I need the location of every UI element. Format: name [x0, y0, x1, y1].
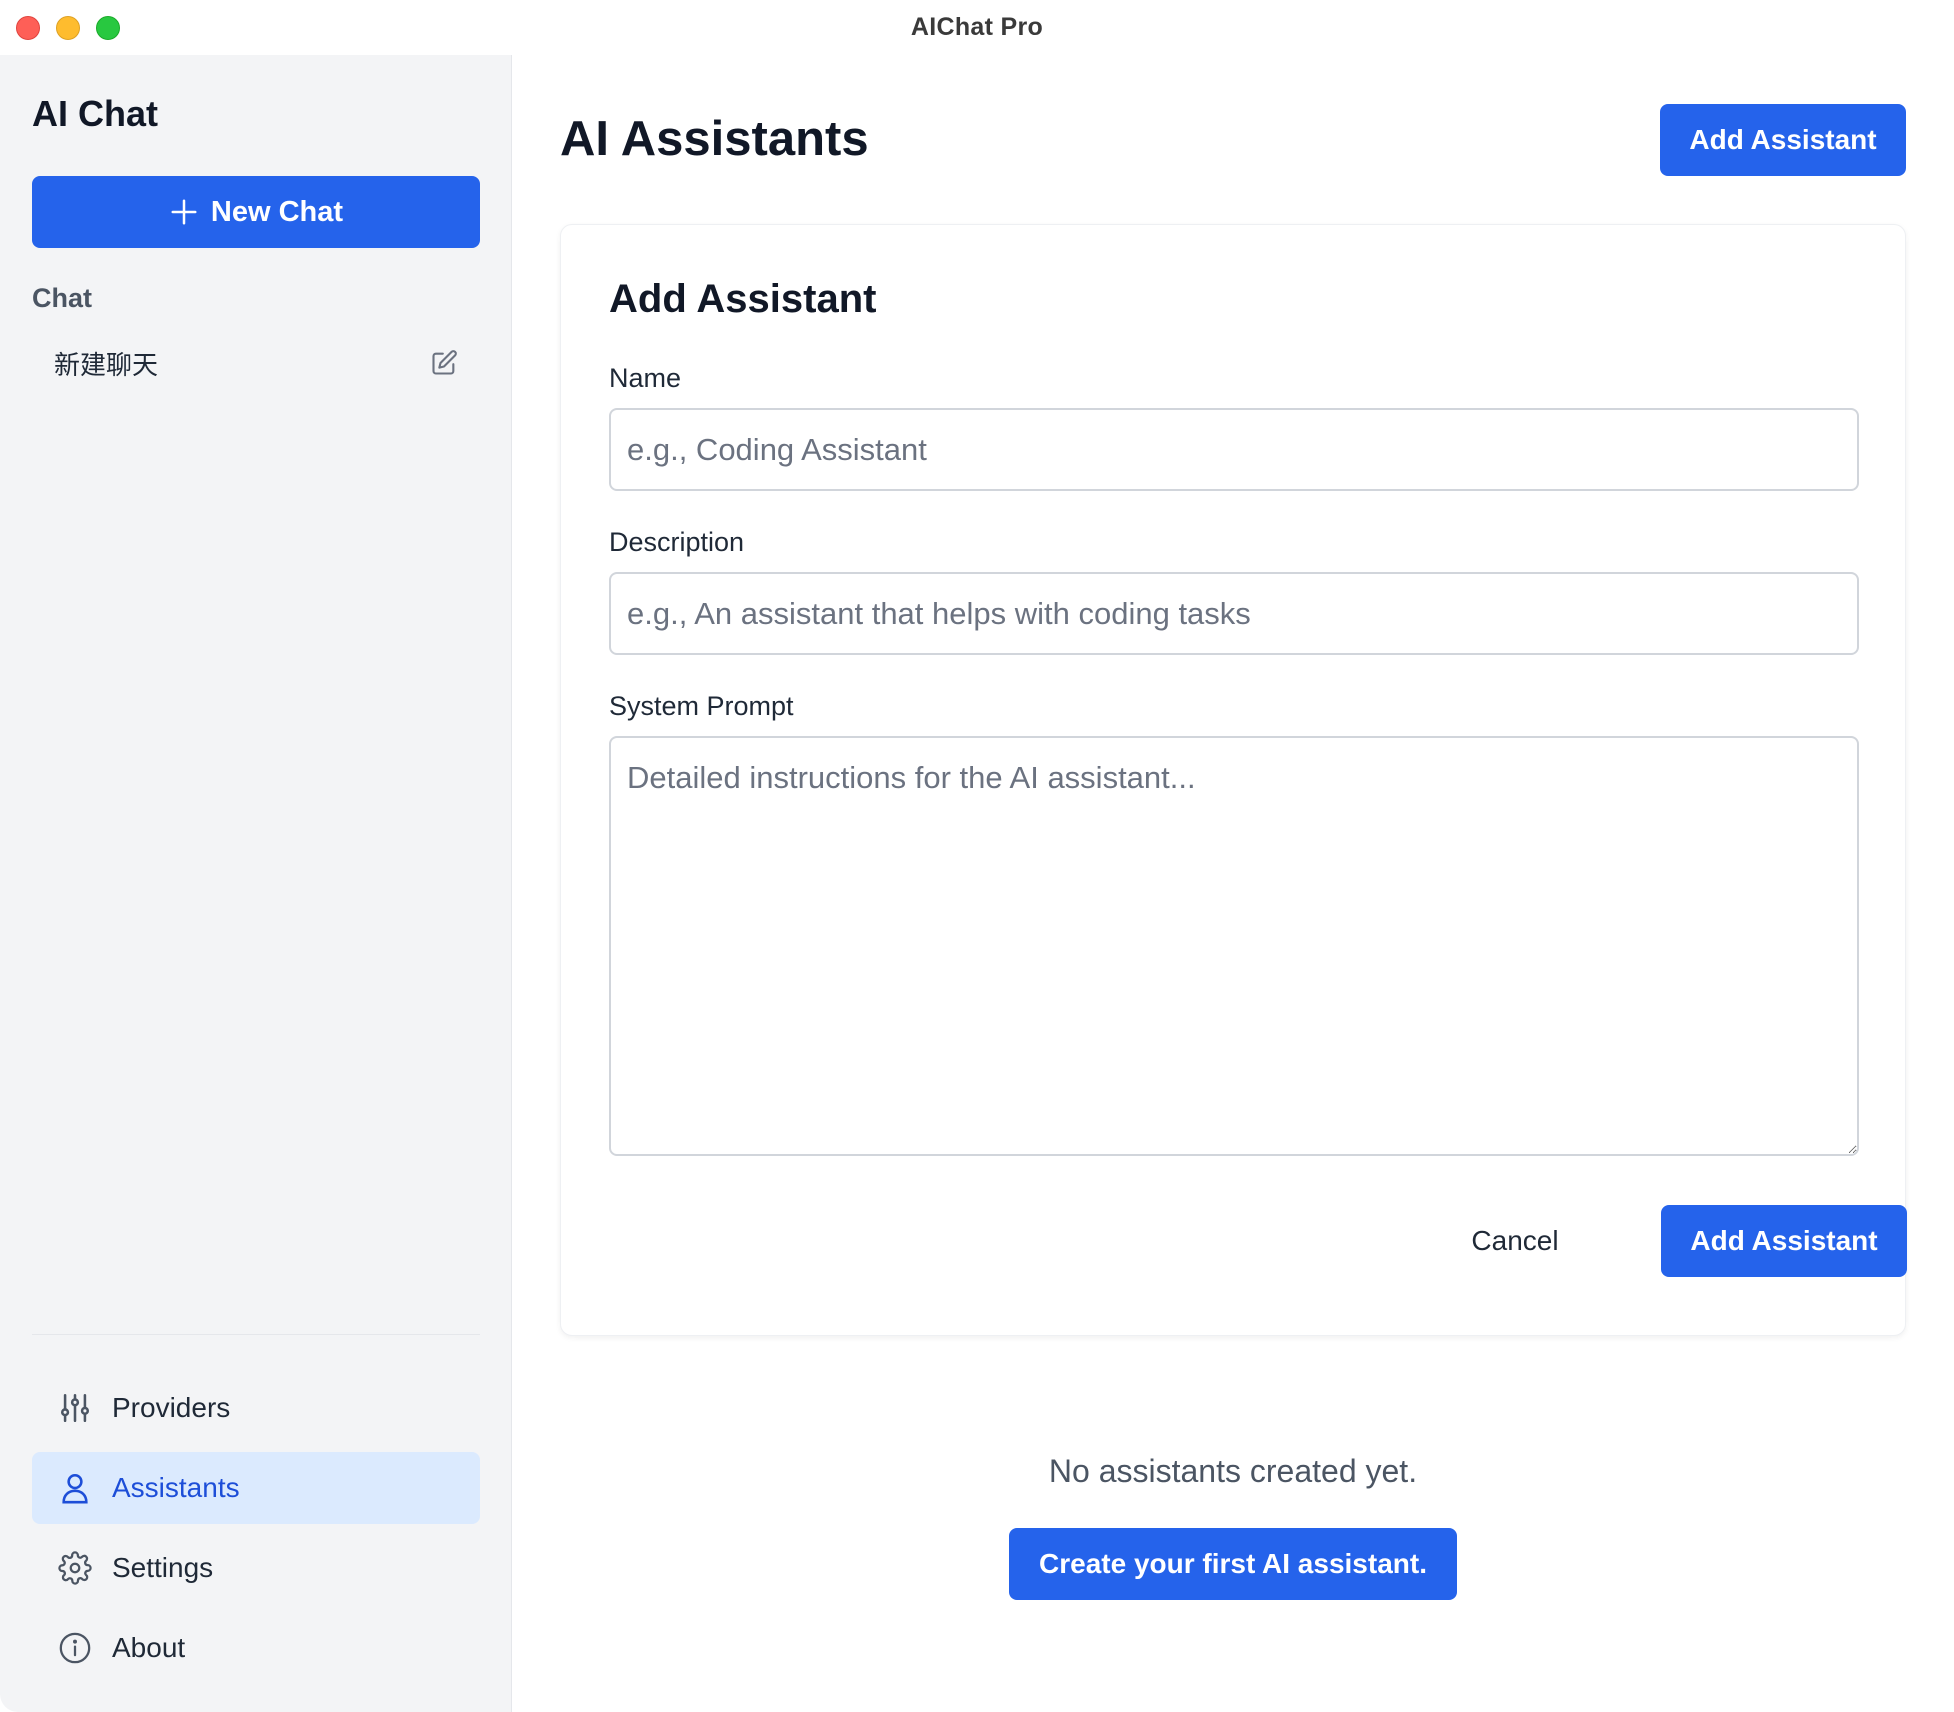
- sidebar: AI Chat New Chat Chat 新建聊天 Providers Ass…: [0, 55, 512, 1712]
- name-input[interactable]: [609, 408, 1859, 491]
- nav-label-settings: Settings: [112, 1552, 214, 1583]
- system-prompt-label: System Prompt: [609, 691, 794, 721]
- title-bar: AIChat Pro: [0, 0, 1954, 55]
- form-title: Add Assistant: [609, 277, 877, 321]
- nav-item-assistants[interactable]: Assistants: [32, 1452, 480, 1524]
- user-icon: [62, 1473, 88, 1504]
- nav-item-providers[interactable]: Providers: [32, 1372, 480, 1444]
- sliders-icon: [60, 1393, 90, 1423]
- nav-label-about: About: [112, 1632, 186, 1663]
- new-chat-label: New Chat: [210, 195, 344, 228]
- nav-label-assistants: Assistants: [112, 1472, 240, 1503]
- submit-add-assistant-button[interactable]: Add Assistant: [1661, 1205, 1907, 1277]
- description-input[interactable]: [609, 572, 1859, 655]
- name-label: Name: [609, 363, 682, 393]
- main-content: AI Assistants Add Assistant Add Assistan…: [512, 55, 1954, 1712]
- close-window-button[interactable]: [16, 16, 40, 40]
- window-controls: [16, 16, 120, 40]
- description-label: Description: [609, 527, 745, 557]
- sidebar-brand: AI Chat: [32, 93, 158, 134]
- nav-item-about[interactable]: About: [32, 1612, 480, 1684]
- header-add-assistant-button[interactable]: Add Assistant: [1660, 104, 1906, 176]
- empty-state-text: No assistants created yet.: [1048, 1453, 1418, 1489]
- chat-item-label: 新建聊天: [54, 349, 159, 380]
- add-assistant-form-card: Add Assistant Name Description System Pr…: [560, 224, 1907, 1336]
- chat-section-label: Chat: [32, 283, 92, 313]
- cancel-button[interactable]: Cancel: [1440, 1205, 1590, 1277]
- create-first-assistant-button[interactable]: Create your first AI assistant.: [1009, 1528, 1457, 1600]
- minimize-window-button[interactable]: [56, 16, 80, 40]
- edit-icon[interactable]: [430, 349, 458, 377]
- system-prompt-textarea[interactable]: [609, 736, 1859, 1156]
- page-title: AI Assistants: [560, 112, 869, 166]
- window-title: AIChat Pro: [910, 13, 1044, 41]
- nav-item-settings[interactable]: Settings: [32, 1532, 480, 1604]
- chat-list-item[interactable]: 新建聊天: [32, 331, 480, 395]
- nav-label-providers: Providers: [112, 1392, 231, 1423]
- sidebar-divider: [32, 1334, 480, 1335]
- app-window: AIChat Pro AI Chat New Chat Chat 新建聊天 Pr…: [0, 0, 1954, 1712]
- maximize-window-button[interactable]: [96, 16, 120, 40]
- gear-icon: [58, 1551, 92, 1585]
- info-icon: [59, 1632, 91, 1664]
- new-chat-button[interactable]: New Chat: [32, 176, 480, 248]
- plus-icon: [171, 199, 197, 225]
